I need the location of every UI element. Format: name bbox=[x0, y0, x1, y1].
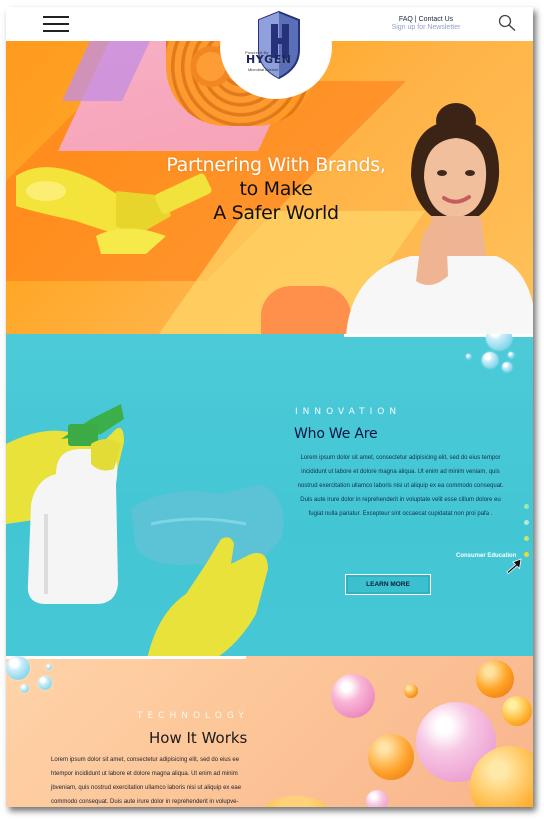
bubble-decoration bbox=[502, 362, 512, 372]
bubble-decoration bbox=[38, 676, 52, 690]
logo-subtitle: Microbial Control bbox=[248, 67, 279, 72]
who-we-are-section: INNOVATION Who We Are Lorem ipsum dolor … bbox=[6, 334, 533, 656]
link-separator: | bbox=[414, 16, 417, 23]
bubble-decoration bbox=[6, 656, 30, 680]
hero-title-line1: Partnering With Brands, bbox=[166, 154, 386, 176]
orange-sphere bbox=[261, 796, 331, 807]
orange-sphere bbox=[404, 684, 418, 698]
section-divider bbox=[6, 656, 246, 659]
bubble-decoration bbox=[508, 352, 514, 358]
section-title: Who We Are bbox=[294, 426, 378, 442]
section-nav-dots bbox=[524, 504, 529, 568]
learn-more-button[interactable]: LEARN MORE bbox=[345, 574, 431, 595]
nav-dot[interactable] bbox=[524, 536, 529, 541]
search-icon[interactable] bbox=[498, 14, 516, 32]
faq-link[interactable]: FAQ bbox=[399, 16, 413, 23]
orange-sphere bbox=[368, 734, 414, 780]
how-it-works-section: TECHNOLOGY How It Works Lorem ipsum dolo… bbox=[6, 656, 533, 807]
cursor-arrow-icon bbox=[506, 558, 522, 574]
top-links: FAQ | Contact Us Sign up for Newsletter bbox=[378, 16, 474, 31]
nav-dot-active[interactable] bbox=[524, 552, 529, 557]
section-body: Lorem ipsum dolor sit amet, consectetur … bbox=[51, 757, 242, 805]
cleaning-gloves-image bbox=[6, 404, 284, 656]
pink-sphere bbox=[366, 790, 388, 807]
orange-sphere bbox=[502, 696, 532, 726]
hero-title-line2: to Make bbox=[239, 178, 313, 200]
section-label: INNOVATION bbox=[295, 407, 402, 417]
bubble-decoration bbox=[482, 352, 498, 368]
bubble-decoration bbox=[20, 684, 29, 693]
bubble-decoration bbox=[46, 664, 52, 670]
hero-title: Partnering With Brands, to Make A Safer … bbox=[106, 153, 446, 225]
logo-name: HYGEN bbox=[246, 53, 292, 66]
hero-title-line3: A Safer World bbox=[213, 202, 339, 224]
page-frame: FAQ | Contact Us Sign up for Newsletter … bbox=[6, 7, 533, 807]
contact-link[interactable]: Contact Us bbox=[419, 16, 454, 23]
section-label: TECHNOLOGY bbox=[137, 711, 249, 721]
pink-sphere bbox=[331, 674, 375, 718]
menu-icon[interactable] bbox=[43, 15, 69, 33]
section-title: How It Works bbox=[149, 729, 248, 747]
nav-dot[interactable] bbox=[524, 520, 529, 525]
nav-dot[interactable] bbox=[524, 504, 529, 509]
newsletter-link[interactable]: Sign up for Newsletter bbox=[378, 24, 474, 31]
orange-sphere bbox=[476, 660, 514, 698]
bubble-decoration bbox=[486, 334, 512, 350]
bubble-decoration bbox=[466, 354, 471, 359]
section-body: Lorem ipsum dolor sit amet, consectetur … bbox=[297, 455, 504, 517]
